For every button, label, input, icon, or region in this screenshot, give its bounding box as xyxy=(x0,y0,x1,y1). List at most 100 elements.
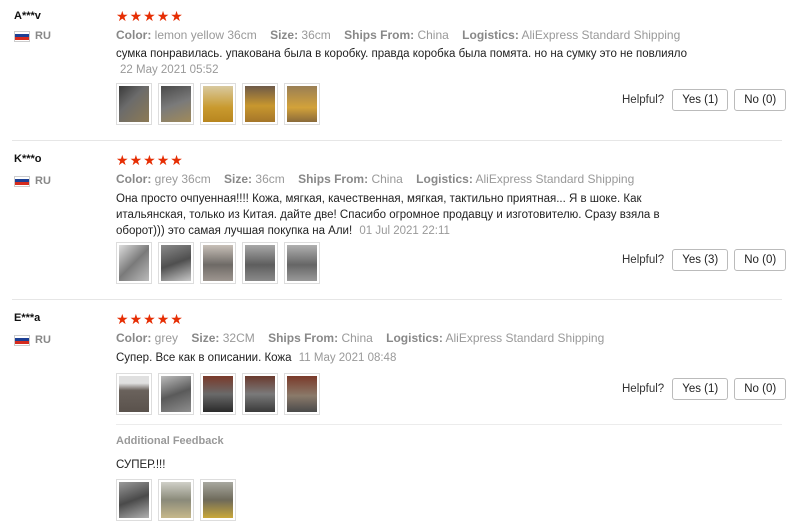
star-icon: ★ xyxy=(143,8,156,24)
star-icon: ★ xyxy=(116,311,129,327)
photo-gallery xyxy=(116,373,320,415)
additional-feedback-text: СУПЕР.!!! xyxy=(116,459,166,471)
color-value: lemon yellow 36cm xyxy=(154,28,257,42)
color-label: Color: xyxy=(116,172,152,186)
review-photo[interactable] xyxy=(200,242,236,284)
review-photo[interactable] xyxy=(158,242,194,284)
star-rating: ★ ★ ★ ★ ★ xyxy=(116,9,183,23)
reviewer-country: RU xyxy=(14,334,51,346)
reviewer-country: RU xyxy=(14,30,51,42)
additional-divider xyxy=(116,424,782,425)
size-value: 36cm xyxy=(301,28,331,42)
ships-from-label: Ships From: xyxy=(298,172,369,186)
star-icon: ★ xyxy=(116,8,129,24)
review-item: A***v RU ★ ★ ★ ★ ★ Color: lemon yellow 36cm … xyxy=(0,0,790,140)
helpful-no-button[interactable]: No (0) xyxy=(734,378,787,400)
review-photo[interactable] xyxy=(200,83,236,125)
country-code: RU xyxy=(35,334,51,346)
star-icon: ★ xyxy=(170,152,183,168)
helpful-yes-button[interactable]: Yes (3) xyxy=(672,249,729,271)
ships-from-value: China xyxy=(371,172,403,186)
photo-gallery xyxy=(116,83,320,125)
review-photo[interactable] xyxy=(116,83,152,125)
review-item: K***o RU ★ ★ ★ ★ ★ Color: grey 36cm Size: 36… xyxy=(0,141,790,299)
logistics-label: Logistics: xyxy=(386,331,443,345)
review-photo[interactable] xyxy=(284,83,320,125)
additional-feedback-title: Additional Feedback xyxy=(116,435,224,447)
helpful-label: Helpful? xyxy=(622,383,665,395)
size-value: 36cm xyxy=(255,172,285,186)
star-icon: ★ xyxy=(170,8,183,24)
review-photo[interactable] xyxy=(158,373,194,415)
ships-from-label: Ships From: xyxy=(268,331,339,345)
star-rating: ★ ★ ★ ★ ★ xyxy=(116,153,183,167)
star-icon: ★ xyxy=(129,8,143,24)
review-date: 01 Jul 2021 22:11 xyxy=(359,225,450,237)
reviewer-name: E***a xyxy=(14,312,41,324)
color-value: grey xyxy=(154,331,179,345)
logistics-label: Logistics: xyxy=(462,28,519,42)
helpful-yes-button[interactable]: Yes (1) xyxy=(672,89,729,111)
review-body: сумка понравилась. упакована была в коро… xyxy=(116,48,688,60)
logistics-value: AliExpress Standard Shipping xyxy=(475,172,635,186)
order-info: Color: grey 36cm Size: 36cm Ships From: … xyxy=(116,172,634,186)
review-date: 11 May 2021 08:48 xyxy=(298,352,397,364)
review-photo[interactable] xyxy=(284,242,320,284)
flag-ru-icon xyxy=(14,30,30,42)
ships-from-label: Ships From: xyxy=(344,28,415,42)
country-code: RU xyxy=(35,175,51,187)
ships-from-value: China xyxy=(417,28,449,42)
star-icon: ★ xyxy=(129,311,143,327)
review-photo[interactable] xyxy=(242,83,278,125)
star-icon: ★ xyxy=(116,152,129,168)
star-icon: ★ xyxy=(170,311,183,327)
helpful-vote: Helpful? Yes (3) No (0) xyxy=(622,249,787,271)
flag-ru-icon xyxy=(14,175,30,187)
flag-ru-icon xyxy=(14,334,30,346)
logistics-value: AliExpress Standard Shipping xyxy=(521,28,681,42)
helpful-label: Helpful? xyxy=(622,94,665,106)
photo-gallery xyxy=(116,242,320,284)
color-label: Color: xyxy=(116,28,152,42)
review-photo[interactable] xyxy=(116,479,152,521)
review-photo[interactable] xyxy=(116,373,152,415)
size-label: Size: xyxy=(270,28,299,42)
additional-photo-gallery xyxy=(116,479,236,521)
review-photo[interactable] xyxy=(116,242,152,284)
helpful-vote: Helpful? Yes (1) No (0) xyxy=(622,378,787,400)
reviewer-country: RU xyxy=(14,175,51,187)
helpful-label: Helpful? xyxy=(622,254,665,266)
review-photo[interactable] xyxy=(200,479,236,521)
logistics-value: AliExpress Standard Shipping xyxy=(445,331,605,345)
review-photo[interactable] xyxy=(158,479,194,521)
size-value: 32CM xyxy=(222,331,255,345)
review-photo[interactable] xyxy=(242,242,278,284)
review-photo[interactable] xyxy=(200,373,236,415)
review-date: 22 May 2021 05:52 xyxy=(120,64,219,76)
star-rating: ★ ★ ★ ★ ★ xyxy=(116,312,183,326)
order-info: Color: grey Size: 32CM Ships From: China… xyxy=(116,331,604,345)
star-icon: ★ xyxy=(156,152,170,168)
star-icon: ★ xyxy=(129,152,143,168)
size-label: Size: xyxy=(224,172,253,186)
review-photo[interactable] xyxy=(242,373,278,415)
helpful-no-button[interactable]: No (0) xyxy=(734,249,787,271)
size-label: Size: xyxy=(191,331,220,345)
helpful-yes-button[interactable]: Yes (1) xyxy=(672,378,729,400)
star-icon: ★ xyxy=(156,311,170,327)
review-item: E***a RU ★ ★ ★ ★ ★ Color: grey Size: 32CM Sh… xyxy=(0,300,790,528)
reviewer-name: A***v xyxy=(14,10,41,22)
review-body: Супер. Все как в описании. Кожа xyxy=(116,352,292,364)
helpful-no-button[interactable]: No (0) xyxy=(734,89,787,111)
logistics-label: Logistics: xyxy=(416,172,473,186)
star-icon: ★ xyxy=(143,311,156,327)
order-info: Color: lemon yellow 36cm Size: 36cm Ship… xyxy=(116,28,680,42)
helpful-vote: Helpful? Yes (1) No (0) xyxy=(622,89,787,111)
review-photo[interactable] xyxy=(284,373,320,415)
country-code: RU xyxy=(35,30,51,42)
review-text: Супер. Все как в описании. Кожа 11 May 2… xyxy=(116,350,696,366)
star-icon: ★ xyxy=(156,8,170,24)
review-photo[interactable] xyxy=(158,83,194,125)
reviewer-name: K***o xyxy=(14,153,42,165)
star-icon: ★ xyxy=(143,152,156,168)
